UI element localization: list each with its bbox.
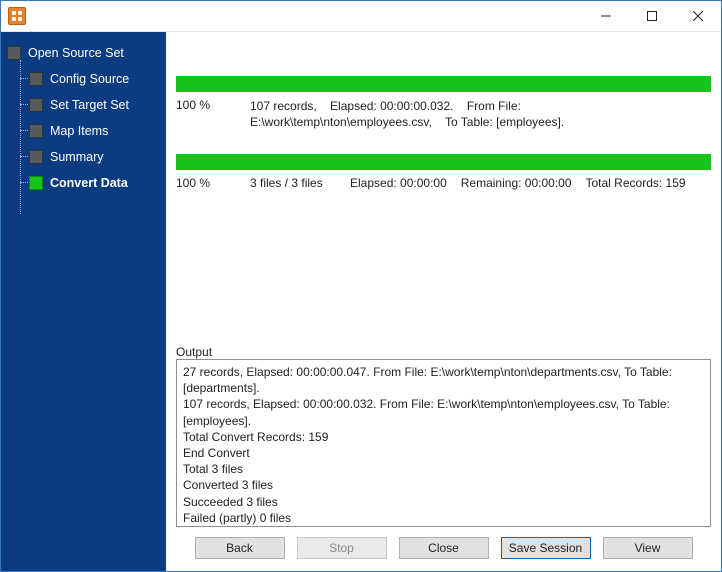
total-remaining: Remaining: 00:00:00 bbox=[461, 176, 572, 190]
sidebar-item-open-source-set[interactable]: Open Source Set bbox=[7, 40, 166, 66]
sidebar-item-config-source[interactable]: Config Source bbox=[29, 66, 166, 92]
file-to-label: To Table: [employees]. bbox=[445, 115, 564, 129]
step-label: Convert Data bbox=[50, 176, 128, 190]
output-line: Total 3 files bbox=[183, 461, 704, 477]
content-panel: 100 % 107 records, Elapsed: 00:00:00.032… bbox=[166, 32, 721, 571]
total-files: 3 files / 3 files bbox=[250, 176, 336, 190]
step-label: Open Source Set bbox=[28, 46, 124, 60]
step-label: Set Target Set bbox=[50, 98, 129, 112]
maximize-button[interactable] bbox=[629, 1, 675, 32]
minimize-button[interactable] bbox=[583, 1, 629, 32]
output-line: Total Convert Records: 159 bbox=[183, 429, 704, 445]
total-progress-bar bbox=[176, 154, 711, 170]
button-row: Back Stop Close Save Session View bbox=[176, 527, 711, 563]
total-progress-block: 100 % 3 files / 3 files Elapsed: 00:00:0… bbox=[176, 154, 711, 190]
step-label: Summary bbox=[50, 150, 103, 164]
total-records: Total Records: 159 bbox=[586, 176, 686, 190]
sidebar-item-set-target-set[interactable]: Set Target Set bbox=[29, 92, 166, 118]
save-session-button[interactable]: Save Session bbox=[501, 537, 591, 559]
file-progress-bar bbox=[176, 76, 711, 92]
titlebar bbox=[1, 1, 721, 32]
step-icon bbox=[29, 72, 43, 86]
output-line: 107 records, Elapsed: 00:00:00.032. From… bbox=[183, 396, 704, 428]
file-elapsed: Elapsed: 00:00:00.032. bbox=[330, 99, 453, 113]
total-progress-percent: 100 % bbox=[176, 176, 236, 190]
back-button[interactable]: Back bbox=[195, 537, 285, 559]
sidebar-item-map-items[interactable]: Map Items bbox=[29, 118, 166, 144]
total-elapsed: Elapsed: 00:00:00 bbox=[350, 176, 447, 190]
step-icon bbox=[7, 46, 21, 60]
file-from-label: From File: bbox=[467, 99, 521, 113]
close-button[interactable]: Close bbox=[399, 537, 489, 559]
stop-button: Stop bbox=[297, 537, 387, 559]
step-label: Map Items bbox=[50, 124, 108, 138]
file-progress-details: 107 records, Elapsed: 00:00:00.032. From… bbox=[250, 98, 711, 130]
file-records: 107 records, bbox=[250, 99, 317, 113]
step-icon bbox=[29, 150, 43, 164]
output-log[interactable]: 27 records, Elapsed: 00:00:00.047. From … bbox=[176, 359, 711, 527]
view-button[interactable]: View bbox=[603, 537, 693, 559]
close-window-button[interactable] bbox=[675, 1, 721, 32]
output-line: Succeeded 3 files bbox=[183, 494, 704, 510]
sidebar-item-summary[interactable]: Summary bbox=[29, 144, 166, 170]
wizard-sidebar: Open Source Set Config Source Set Target… bbox=[1, 32, 166, 571]
app-icon bbox=[8, 7, 26, 25]
output-label: Output bbox=[176, 335, 711, 359]
step-label: Config Source bbox=[50, 72, 129, 86]
output-line: Failed (partly) 0 files bbox=[183, 510, 704, 526]
step-icon bbox=[29, 98, 43, 112]
file-from-value: E:\work\temp\nton\employees.csv, bbox=[250, 115, 432, 129]
step-icon bbox=[29, 124, 43, 138]
file-progress-percent: 100 % bbox=[176, 98, 236, 112]
step-icon bbox=[29, 176, 43, 190]
output-line: End Convert bbox=[183, 445, 704, 461]
sidebar-item-convert-data[interactable]: Convert Data bbox=[29, 170, 166, 196]
output-line: Converted 3 files bbox=[183, 477, 704, 493]
file-progress-block: 100 % 107 records, Elapsed: 00:00:00.032… bbox=[176, 76, 711, 130]
output-line: 27 records, Elapsed: 00:00:00.047. From … bbox=[183, 364, 704, 396]
